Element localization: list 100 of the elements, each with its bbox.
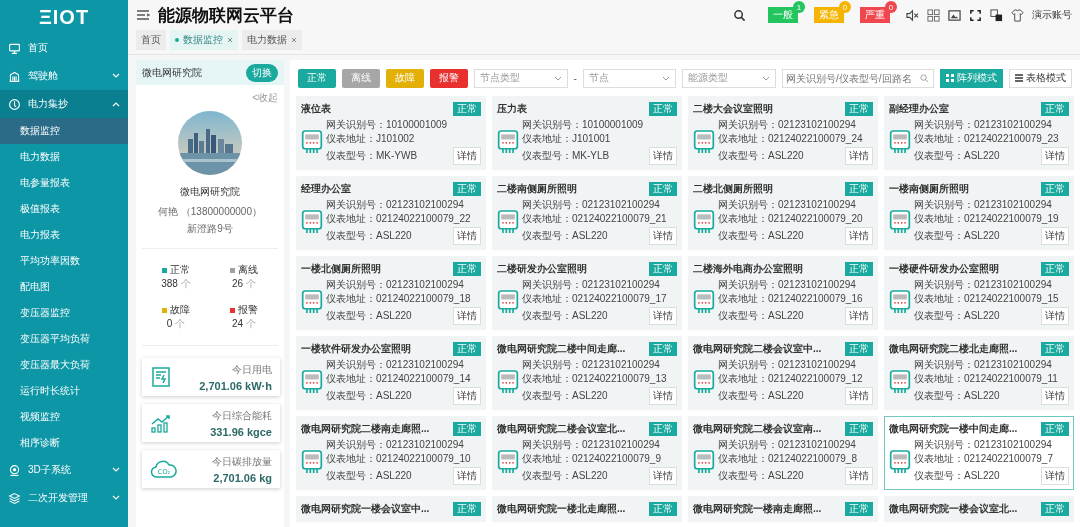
meter-card[interactable]: 微电网研究院二楼中间走廊... 正常 网关识别号：02123102100294 仪表地址：02124022100079_13 仪表型号：ASL220 详情 bbox=[492, 336, 682, 410]
chevron-icon bbox=[112, 101, 120, 107]
details-button[interactable]: 详情 bbox=[649, 307, 677, 325]
sidebar-subitem[interactable]: 变压器监控 bbox=[0, 300, 128, 326]
details-button[interactable]: 详情 bbox=[845, 387, 873, 405]
grid-icon[interactable] bbox=[927, 8, 940, 22]
user-name[interactable]: 演示账号 bbox=[1032, 8, 1072, 22]
sidebar-item[interactable]: 3D子系统 bbox=[0, 456, 128, 484]
sidebar-subitem[interactable]: 视频监控 bbox=[0, 404, 128, 430]
sidebar-item[interactable]: 二次开发管理 bbox=[0, 484, 128, 512]
mute-icon[interactable] bbox=[906, 8, 919, 22]
search-field[interactable]: 网关识别号/仪表型号/回路名 bbox=[782, 68, 934, 88]
page-tab[interactable]: 首页 bbox=[136, 30, 166, 50]
shirt-icon[interactable] bbox=[1011, 8, 1024, 22]
details-button[interactable]: 详情 bbox=[845, 147, 873, 165]
meter-card[interactable]: 微电网研究院一楼南走廊照... 正常 bbox=[688, 496, 878, 522]
details-button[interactable]: 详情 bbox=[1041, 387, 1069, 405]
fullscreen-icon[interactable] bbox=[969, 8, 982, 22]
status-label: 正常 bbox=[170, 263, 190, 277]
sidebar-subitem[interactable]: 极值报表 bbox=[0, 196, 128, 222]
meter-card[interactable]: 微电网研究院二楼南走廊照... 正常 网关识别号：02123102100294 仪表地址：02124022100079_10 仪表型号：ASL220 详情 bbox=[296, 416, 486, 490]
details-button[interactable]: 详情 bbox=[649, 467, 677, 485]
page-tab[interactable]: 数据监控 bbox=[170, 30, 238, 50]
page-tab[interactable]: 电力数据 bbox=[242, 30, 302, 50]
sidebar-subitem[interactable]: 数据监控 bbox=[0, 118, 128, 144]
status-filter-button[interactable]: 报警 bbox=[430, 68, 468, 88]
meter-card[interactable]: 二楼北侧厕所照明 正常 网关识别号：02123102100294 仪表地址：02124022100079_20 仪表型号：ASL220 详情 bbox=[688, 176, 878, 250]
card-title: 二楼研发办公室照明 bbox=[497, 262, 587, 276]
meter-card[interactable]: 一楼软件研发办公室照明 正常 网关识别号：02123102100294 仪表地址：02124022100079_14 仪表型号：ASL220 详情 bbox=[296, 336, 486, 410]
details-button[interactable]: 详情 bbox=[649, 387, 677, 405]
details-button[interactable]: 详情 bbox=[453, 387, 481, 405]
sidebar-subitem[interactable]: 变压器平均负荷 bbox=[0, 326, 128, 352]
meter-card[interactable]: 二楼南侧厕所照明 正常 网关识别号：02123102100294 仪表地址：02124022100079_21 仪表型号：ASL220 详情 bbox=[492, 176, 682, 250]
card-field: 仪表型号：ASL220 bbox=[718, 390, 804, 402]
meter-card[interactable]: 一楼硬件研发办公室照明 正常 网关识别号：02123102100294 仪表地址：02124022100079_15 仪表型号：ASL220 详情 bbox=[884, 256, 1074, 330]
view-mode-button[interactable]: 表格模式 bbox=[1009, 68, 1072, 88]
card-field: 仪表型号：ASL220 bbox=[522, 470, 608, 482]
details-button[interactable]: 详情 bbox=[1041, 147, 1069, 165]
count-badge: 0 bbox=[885, 1, 897, 13]
sidebar-subitem[interactable]: 平均功率因数 bbox=[0, 248, 128, 274]
details-button[interactable]: 详情 bbox=[453, 147, 481, 165]
card-field: 仪表地址：02124022100079_8 bbox=[718, 453, 873, 465]
card-field: 仪表地址：02124022100079_13 bbox=[522, 373, 677, 385]
meter-card[interactable]: 液位表 正常 网关识别号：10100001009 仪表地址：J101002 仪表型号：MK-YWB 详情 bbox=[296, 96, 486, 170]
details-button[interactable]: 详情 bbox=[453, 467, 481, 485]
close-icon[interactable] bbox=[227, 37, 233, 43]
close-icon[interactable] bbox=[291, 37, 297, 43]
chevron-icon bbox=[553, 75, 562, 81]
meter-card[interactable]: 副经理办公室 正常 网关识别号：02123102100294 仪表地址：02124022100079_23 仪表型号：ASL220 详情 bbox=[884, 96, 1074, 170]
meter-card[interactable]: 微电网研究院二楼会议室北... 正常 网关识别号：02123102100294 仪表地址：02124022100079_9 仪表型号：ASL220 详情 bbox=[492, 416, 682, 490]
meter-card[interactable]: 微电网研究院二楼北走廊照... 正常 网关识别号：02123102100294 仪表地址：02124022100079_11 仪表型号：ASL220 详情 bbox=[884, 336, 1074, 410]
sidebar-subitem[interactable]: 电参量报表 bbox=[0, 170, 128, 196]
sidebar-subitem[interactable]: 配电图 bbox=[0, 274, 128, 300]
details-button[interactable]: 详情 bbox=[1041, 227, 1069, 245]
meter-icon bbox=[693, 370, 715, 394]
sidebar-subitem[interactable]: 变压器最大负荷 bbox=[0, 352, 128, 378]
meter-card[interactable]: 压力表 正常 网关识别号：10100001009 仪表地址：J101001 仪表型号：MK-YLB 详情 bbox=[492, 96, 682, 170]
details-button[interactable]: 详情 bbox=[453, 227, 481, 245]
menu-icon[interactable] bbox=[136, 9, 150, 21]
sidebar-item[interactable]: 首页 bbox=[0, 34, 128, 62]
details-button[interactable]: 详情 bbox=[845, 467, 873, 485]
sidebar-item[interactable]: 电力集抄 bbox=[0, 90, 128, 118]
meter-card[interactable]: 二楼研发办公室照明 正常 网关识别号：02123102100294 仪表地址：02124022100079_17 仪表型号：ASL220 详情 bbox=[492, 256, 682, 330]
details-button[interactable]: 详情 bbox=[845, 307, 873, 325]
sidebar-subitem[interactable]: 相序诊断 bbox=[0, 430, 128, 456]
meter-card[interactable]: 微电网研究院二楼会议室中... 正常 网关识别号：02123102100294 仪表地址：02124022100079_12 仪表型号：ASL220 详情 bbox=[688, 336, 878, 410]
meter-card[interactable]: 微电网研究院二楼会议室南... 正常 网关识别号：02123102100294 仪表地址：02124022100079_8 仪表型号：ASL220 详情 bbox=[688, 416, 878, 490]
meter-card[interactable]: 一楼南侧厕所照明 正常 网关识别号：02123102100294 仪表地址：02124022100079_19 仪表型号：ASL220 详情 bbox=[884, 176, 1074, 250]
meter-card[interactable]: 二楼大会议室照明 正常 网关识别号：02123102100294 仪表地址：02124022100079_24 仪表型号：ASL220 详情 bbox=[688, 96, 878, 170]
card-field: 仪表地址：02124022100079_7 bbox=[914, 453, 1069, 465]
details-button[interactable]: 详情 bbox=[649, 147, 677, 165]
image-icon[interactable] bbox=[948, 8, 961, 22]
meter-icon bbox=[693, 210, 715, 234]
meter-card[interactable]: 微电网研究院一楼会议室北... 正常 bbox=[884, 496, 1074, 522]
details-button[interactable]: 详情 bbox=[649, 227, 677, 245]
details-button[interactable]: 详情 bbox=[453, 307, 481, 325]
details-button[interactable]: 详情 bbox=[845, 227, 873, 245]
details-button[interactable]: 详情 bbox=[1041, 467, 1069, 485]
alert-badge[interactable]: 严重 bbox=[860, 7, 890, 23]
card-field: 网关识别号：02123102100294 bbox=[718, 439, 873, 451]
card-title: 一楼硬件研发办公室照明 bbox=[889, 262, 999, 276]
meter-card[interactable]: 微电网研究院一楼中间走廊... 正常 网关识别号：02123102100294 仪表地址：02124022100079_7 仪表型号：ASL220 详情 bbox=[884, 416, 1074, 490]
meter-card[interactable]: 微电网研究院一楼会议室中... 正常 bbox=[296, 496, 486, 522]
meter-card[interactable]: 一楼北侧厕所照明 正常 网关识别号：02123102100294 仪表地址：02124022100079_18 仪表型号：ASL220 详情 bbox=[296, 256, 486, 330]
sidebar-subitem[interactable]: 运行时长统计 bbox=[0, 378, 128, 404]
search-icon[interactable] bbox=[733, 8, 746, 22]
meter-card[interactable]: 微电网研究院一楼北走廊照... 正常 bbox=[492, 496, 682, 522]
status-badge: 正常 bbox=[453, 422, 481, 436]
card-field: 仪表地址：02124022100079_21 bbox=[522, 213, 677, 225]
card-field: 网关识别号：02123102100294 bbox=[914, 439, 1069, 451]
count-badge: 1 bbox=[793, 1, 805, 13]
sidebar-subitem[interactable]: 电力报表 bbox=[0, 222, 128, 248]
sidebar-subitem[interactable]: 电力数据 bbox=[0, 144, 128, 170]
details-button[interactable]: 详情 bbox=[1041, 307, 1069, 325]
meter-card[interactable]: 二楼海外电商办公室照明 正常 网关识别号：02123102100294 仪表地址：02124022100079_16 仪表型号：ASL220 详情 bbox=[688, 256, 878, 330]
site-title: 微电网研究院 bbox=[179, 185, 241, 199]
meter-card[interactable]: 经理办公室 正常 网关识别号：02123102100294 仪表地址：02124022100079_22 仪表型号：ASL220 详情 bbox=[296, 176, 486, 250]
card-field: 仪表型号：ASL220 bbox=[718, 310, 804, 322]
meter-icon bbox=[693, 130, 715, 154]
sidebar-item[interactable]: 驾驶舱 bbox=[0, 62, 128, 90]
